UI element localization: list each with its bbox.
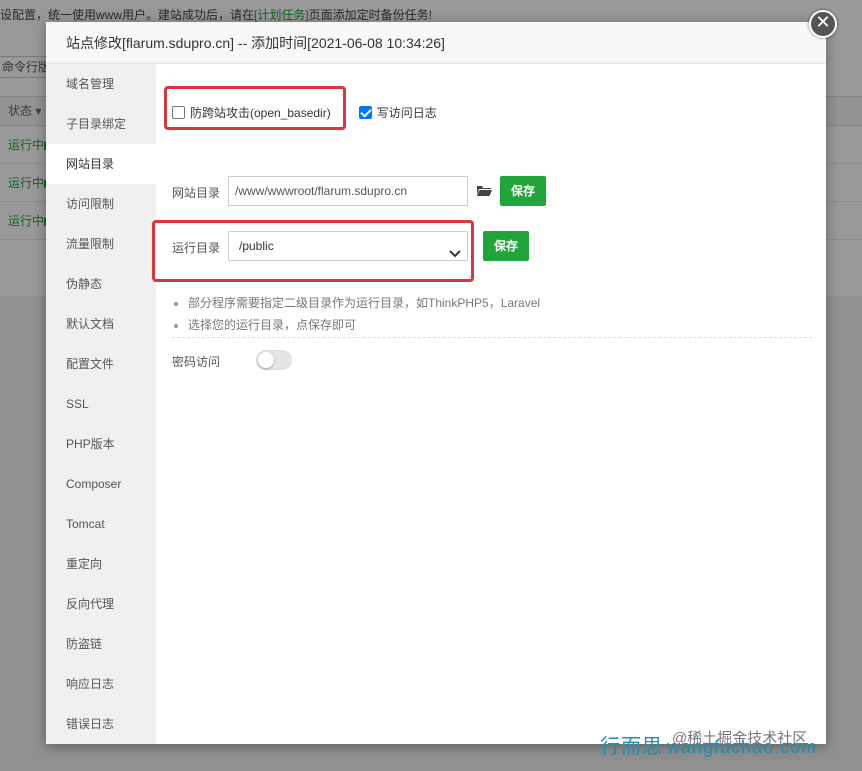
site-directory-panel: 防跨站攻击(open_basedir) 写访问日志 网站目录 /www/wwwr… — [152, 64, 826, 744]
open-basedir-label: 防跨站攻击(open_basedir) — [190, 105, 331, 120]
sidebar-item-default-doc[interactable]: 默认文档 — [46, 304, 156, 344]
password-access-toggle[interactable] — [256, 350, 292, 370]
site-edit-dialog: 站点修改[flarum.sdupro.cn] -- 添加时间[2021-06-0… — [46, 22, 826, 744]
sidebar-item-redirect[interactable]: 重定向 — [46, 544, 156, 584]
password-access-label: 密码访问 — [172, 355, 221, 369]
options-row: 防跨站攻击(open_basedir) 写访问日志 — [172, 102, 447, 122]
sidebar-item-config-file[interactable]: 配置文件 — [46, 344, 156, 384]
access-log-checkbox[interactable] — [358, 105, 372, 119]
close-icon[interactable]: ✕ — [809, 10, 837, 38]
watermark-community: @稀土掘金技术社区 — [672, 730, 808, 747]
tip-item: 部分程序需要指定二级目录作为运行目录，如ThinkPHP5，Laravel — [172, 292, 540, 314]
run-directory-selected-value: /public — [239, 239, 274, 253]
save-site-directory-button[interactable]: 保存 — [500, 176, 546, 206]
sidebar-item-composer[interactable]: Composer — [46, 464, 156, 504]
sidebar-item-error-log[interactable]: 错误日志 — [46, 704, 156, 744]
toggle-knob — [258, 352, 274, 368]
bullet-icon — [174, 323, 178, 328]
sidebar-item-rewrite[interactable]: 伪静态 — [46, 264, 156, 304]
save-run-directory-button[interactable]: 保存 — [483, 231, 529, 261]
sidebar-item-php-version[interactable]: PHP版本 — [46, 424, 156, 464]
sidebar-item-traffic-limit[interactable]: 流量限制 — [46, 224, 156, 264]
tips-list: 部分程序需要指定二级目录作为运行目录，如ThinkPHP5，Laravel 选择… — [172, 292, 540, 336]
dialog-title: 站点修改[flarum.sdupro.cn] -- 添加时间[2021-06-0… — [46, 22, 826, 64]
sidebar-item-ssl[interactable]: SSL — [46, 384, 156, 424]
settings-sidebar: 域名管理 子目录绑定 网站目录 访问限制 流量限制 伪静态 默认文档 配置文件 … — [46, 64, 156, 744]
tip-item: 选择您的运行目录，点保存即可 — [172, 314, 540, 336]
access-log-label: 写访问日志 — [376, 105, 437, 120]
open-basedir-checkbox[interactable] — [172, 105, 185, 119]
bullet-icon — [174, 301, 178, 306]
site-directory-input[interactable]: /www/wwwroot/flarum.sdupro.cn — [228, 176, 468, 206]
folder-open-icon[interactable] — [476, 184, 492, 200]
sidebar-item-access-limit[interactable]: 访问限制 — [46, 184, 156, 224]
sidebar-item-domain[interactable]: 域名管理 — [46, 64, 156, 104]
sidebar-item-hotlink-protection[interactable]: 防盗链 — [46, 624, 156, 664]
divider — [172, 337, 812, 338]
sidebar-item-reverse-proxy[interactable]: 反向代理 — [46, 584, 156, 624]
chevron-down-icon — [449, 241, 461, 269]
run-directory-select[interactable]: /public — [228, 231, 468, 261]
sidebar-item-subdir-binding[interactable]: 子目录绑定 — [46, 104, 156, 144]
sidebar-item-site-directory[interactable]: 网站目录 — [46, 144, 156, 184]
run-directory-label: 运行目录 — [172, 241, 221, 255]
sidebar-item-response-log[interactable]: 响应日志 — [46, 664, 156, 704]
sidebar-item-tomcat[interactable]: Tomcat — [46, 504, 156, 544]
site-directory-label: 网站目录 — [172, 186, 221, 200]
